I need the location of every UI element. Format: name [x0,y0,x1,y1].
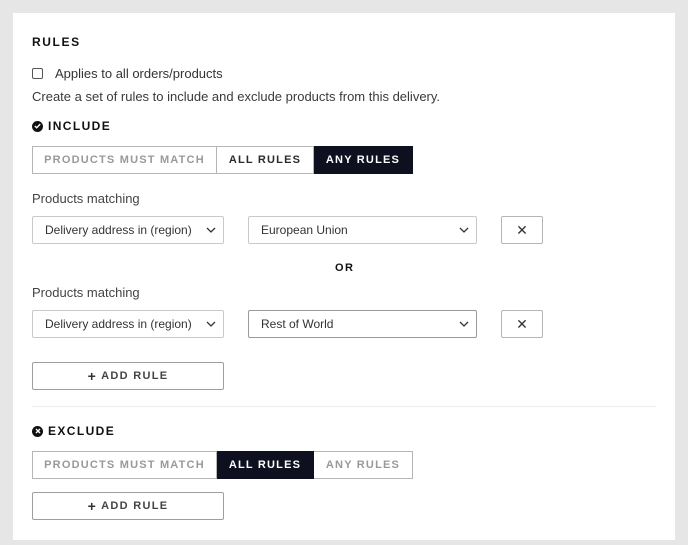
include-add-rule-button[interactable]: + ADD RULE [32,362,224,390]
exclude-products-must-match-button[interactable]: PRODUCTS MUST MATCH [32,451,217,479]
include-match-toggle: PRODUCTS MUST MATCH ALL RULES ANY RULES [32,146,413,174]
check-circle-icon [32,120,43,132]
chevron-down-icon [206,227,216,233]
plus-icon: + [87,498,98,514]
rule-2-value-select[interactable]: Rest of World [248,310,477,338]
exclude-add-rule-label: ADD RULE [101,500,169,512]
close-icon: ✕ [516,315,528,332]
rules-card: RULES Applies to all orders/products Cre… [13,13,675,540]
exclude-add-rule-button[interactable]: + ADD RULE [32,492,224,520]
or-separator: OR [335,262,355,274]
rule-2-condition-select[interactable]: Delivery address in (region) [32,310,224,338]
include-any-rules-button[interactable]: ANY RULES [314,146,413,174]
exclude-all-rules-button[interactable]: ALL RULES [217,451,314,479]
x-circle-icon [32,425,43,437]
section-divider [32,406,656,407]
rule-2-value: Rest of World [261,317,334,331]
close-icon: ✕ [516,221,528,238]
rule-1-value-select[interactable]: European Union [248,216,477,244]
rules-description: Create a set of rules to include and exc… [32,89,441,104]
rule-2-remove-button[interactable]: ✕ [501,310,543,338]
rule-1-condition-value: Delivery address in (region) [45,223,192,237]
include-label: INCLUDE [48,119,112,133]
rule-1-remove-button[interactable]: ✕ [501,216,543,244]
rule-2-condition-value: Delivery address in (region) [45,317,192,331]
plus-icon: + [87,368,98,384]
chevron-down-icon [206,321,216,327]
rules-title: RULES [32,35,81,49]
include-all-rules-button[interactable]: ALL RULES [217,146,314,174]
exclude-heading: EXCLUDE [32,424,115,438]
applies-all-row[interactable]: Applies to all orders/products [32,66,223,81]
chevron-down-icon [459,321,469,327]
include-add-rule-label: ADD RULE [101,370,169,382]
applies-all-checkbox[interactable] [32,68,43,79]
include-products-must-match-button[interactable]: PRODUCTS MUST MATCH [32,146,217,174]
include-heading: INCLUDE [32,119,111,133]
exclude-any-rules-button[interactable]: ANY RULES [314,451,413,479]
rule-1-condition-select[interactable]: Delivery address in (region) [32,216,224,244]
exclude-label: EXCLUDE [48,424,116,438]
rule-1-value: European Union [261,223,348,237]
applies-all-label[interactable]: Applies to all orders/products [55,66,223,81]
chevron-down-icon [459,227,469,233]
exclude-match-toggle: PRODUCTS MUST MATCH ALL RULES ANY RULES [32,451,413,479]
rule-1-label: Products matching [32,191,140,206]
rule-2-label: Products matching [32,285,140,300]
